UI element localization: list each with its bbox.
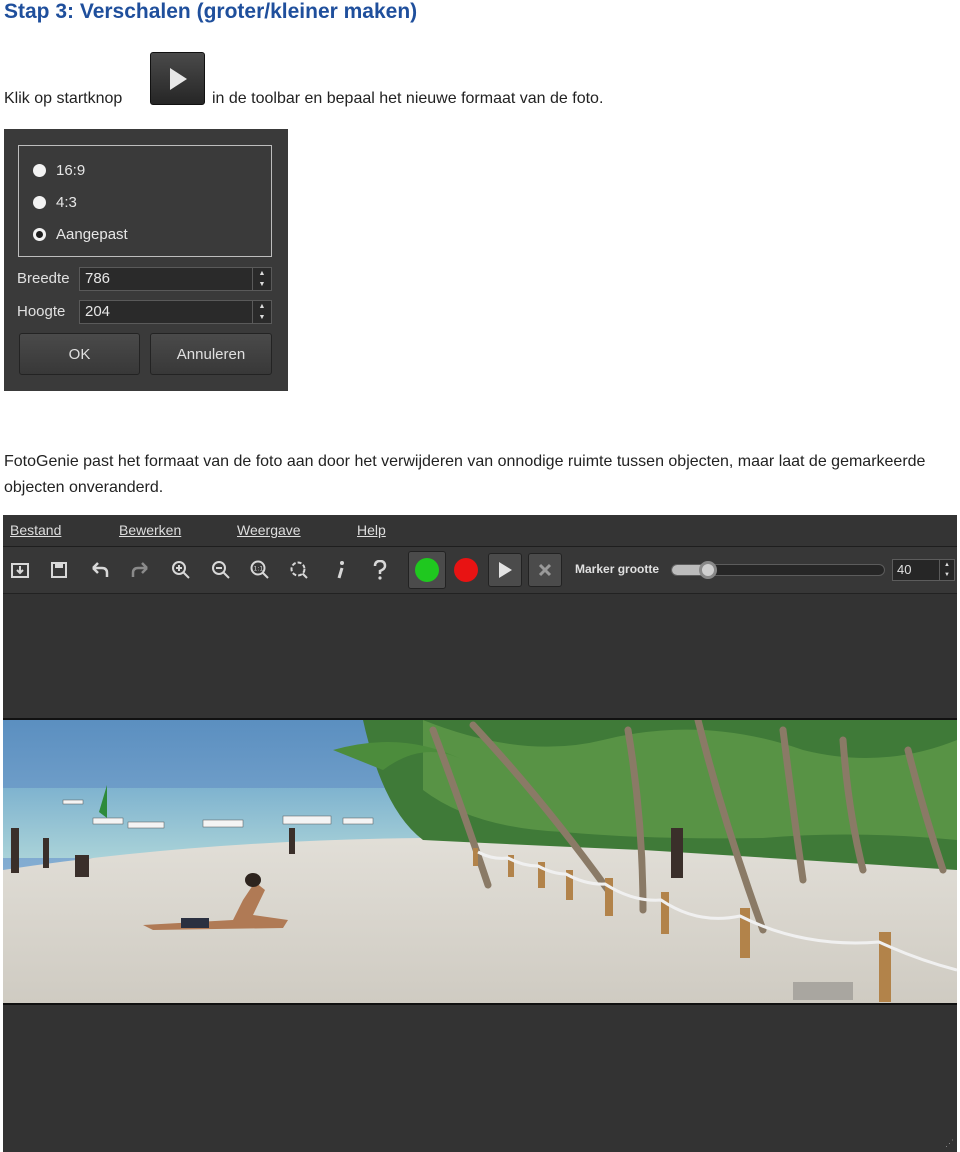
save-icon[interactable] [42, 553, 76, 587]
radio-icon [33, 195, 46, 209]
chevron-up-icon[interactable]: ▲ [253, 301, 271, 312]
page-heading: Stap 3: Verschalen (groter/kleiner maken… [4, 0, 418, 23]
toolbar: 1:1 Marker grootte 40 ▲ ▼ [3, 547, 957, 594]
chevron-down-icon[interactable]: ▼ [940, 570, 954, 580]
beach-photo-image [3, 720, 957, 1003]
svg-text:1:1: 1:1 [254, 566, 264, 573]
play-icon [499, 562, 512, 578]
info-icon[interactable] [324, 553, 358, 587]
undo-icon[interactable] [83, 553, 117, 587]
clear-markers-button[interactable] [528, 553, 562, 587]
radio-checked-icon [33, 227, 46, 241]
red-marker-button[interactable] [449, 553, 483, 587]
menu-bar: Bestand Bewerken Weergave Help [3, 515, 957, 547]
menu-help[interactable]: Help [357, 522, 386, 538]
height-stepper[interactable]: ▲ ▼ [252, 301, 271, 323]
canvas-area-top [3, 594, 957, 718]
intro-text-after: in de toolbar en bepaal het nieuwe forma… [212, 90, 604, 107]
resize-dialog: 16:9 4:3 Aangepast Breedte 786 ▲ ▼ Hoogte… [4, 129, 288, 391]
marker-size-slider[interactable] [671, 561, 885, 579]
ratio-label: 4:3 [56, 193, 77, 211]
ok-button[interactable]: OK [19, 333, 140, 375]
play-icon [170, 68, 187, 90]
resize-grip-icon[interactable]: ⋰ [945, 1138, 954, 1149]
canvas-area-bottom [3, 1005, 957, 1152]
intro-text-before: Klik op startknop [4, 90, 123, 107]
height-field[interactable]: 204 ▲ ▼ [79, 300, 272, 324]
green-marker-button[interactable] [408, 551, 446, 589]
marker-slider-knob[interactable] [699, 561, 717, 579]
chevron-down-icon[interactable]: ▼ [253, 312, 271, 323]
ratio-label: Aangepast [56, 225, 128, 243]
menu-bewerken[interactable]: Bewerken [119, 522, 181, 538]
width-field[interactable]: 786 ▲ ▼ [79, 267, 272, 291]
height-label: Hoogte [17, 303, 66, 320]
description-paragraph: FotoGenie past het formaat van de foto a… [4, 453, 926, 496]
fit-icon[interactable] [282, 553, 316, 587]
start-button-illustration [150, 52, 205, 105]
ratio-label: 16:9 [56, 161, 86, 179]
actual-size-icon[interactable]: 1:1 [243, 553, 277, 587]
close-icon [538, 563, 552, 577]
chevron-up-icon[interactable]: ▲ [253, 268, 271, 279]
marker-size-field[interactable]: 40 ▲ ▼ [892, 559, 955, 581]
ratio-option-custom[interactable]: Aangepast [33, 223, 128, 245]
menu-bestand[interactable]: Bestand [10, 522, 61, 538]
menu-weergave[interactable]: Weergave [237, 522, 301, 538]
marker-size-label: Marker grootte [575, 562, 660, 576]
fotogenie-window: Bestand Bewerken Weergave Help 1:1 Marke… [3, 515, 957, 1152]
width-label: Breedte [17, 270, 70, 287]
marker-size-stepper[interactable]: ▲ ▼ [939, 560, 954, 580]
red-marker-icon [454, 558, 478, 582]
start-button[interactable] [488, 553, 522, 587]
height-value: 204 [85, 303, 111, 320]
chevron-up-icon[interactable]: ▲ [940, 560, 954, 570]
resized-beach-photo [3, 718, 957, 1005]
radio-icon [33, 163, 46, 177]
chevron-down-icon[interactable]: ▼ [253, 279, 271, 290]
width-value: 786 [85, 270, 111, 287]
zoom-out-icon[interactable] [204, 553, 238, 587]
width-stepper[interactable]: ▲ ▼ [252, 268, 271, 290]
ratio-option-16-9[interactable]: 16:9 [33, 159, 85, 181]
open-icon[interactable] [3, 553, 37, 587]
zoom-in-icon[interactable] [164, 553, 198, 587]
green-marker-icon [415, 558, 439, 582]
marker-size-value: 40 [897, 562, 912, 577]
redo-icon[interactable] [123, 553, 157, 587]
ratio-option-4-3[interactable]: 4:3 [33, 191, 77, 213]
aspect-ratio-group: 16:9 4:3 Aangepast [18, 145, 272, 257]
cancel-button[interactable]: Annuleren [150, 333, 272, 375]
help-icon[interactable] [363, 553, 397, 587]
